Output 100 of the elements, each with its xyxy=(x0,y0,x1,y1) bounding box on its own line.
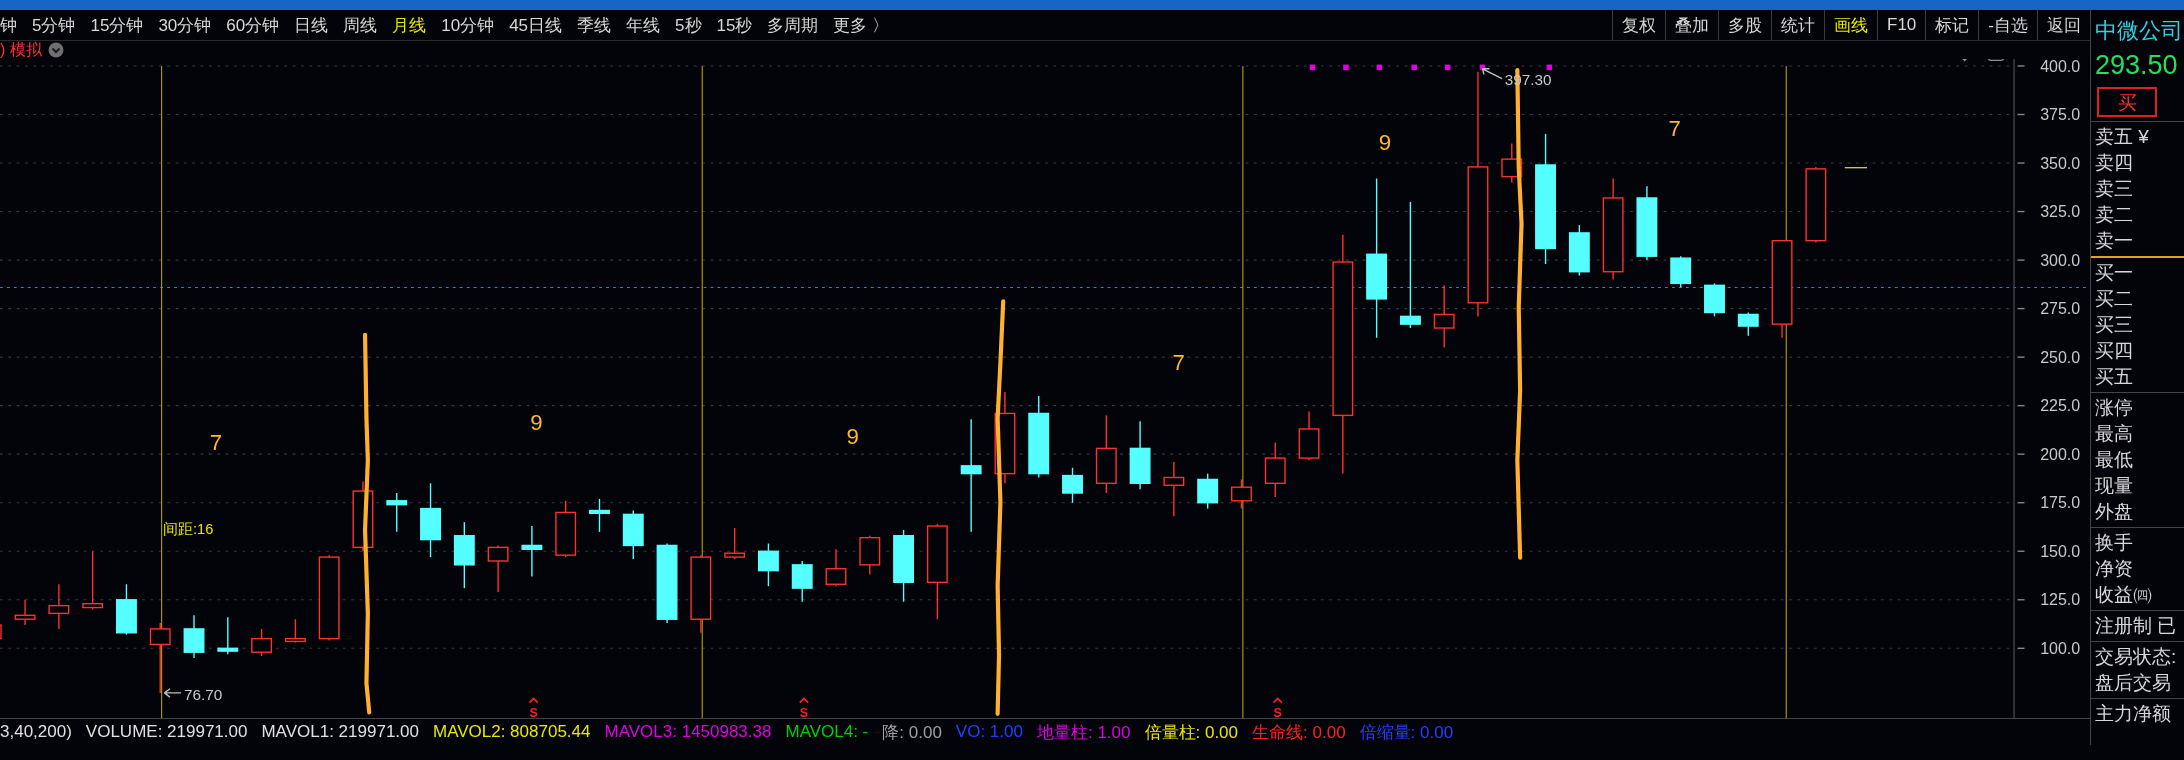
period-tab[interactable]: 45日线 xyxy=(509,13,563,37)
period-tab[interactable]: 周线 xyxy=(343,13,378,37)
quote-field-label: 涨停 xyxy=(2095,396,2134,420)
candle xyxy=(183,614,205,659)
candle xyxy=(622,509,644,560)
buy-button[interactable]: 买 xyxy=(2097,87,2157,117)
quote-field-label: 卖五 ¥ xyxy=(2095,125,2150,149)
candle xyxy=(14,599,36,626)
quote-field-label: 交易状态: xyxy=(2095,645,2178,669)
toolbar-button[interactable]: 返回 xyxy=(2037,10,2090,40)
quote-field-label: 卖二 xyxy=(2095,203,2134,227)
quote-field-label: 净资 xyxy=(2095,557,2134,581)
price-axis-label: 400.0 xyxy=(2040,59,2081,75)
period-tab[interactable]: 15秒 xyxy=(716,13,753,37)
sell-signal-mark: S xyxy=(528,697,539,718)
quote-field-label: 外盘 xyxy=(2095,500,2134,524)
quote-field-label: 换手 xyxy=(2095,531,2134,555)
count-label: 9 xyxy=(530,409,543,435)
candle xyxy=(724,527,746,560)
period-tab[interactable]: 年线 xyxy=(626,13,661,37)
toolbar-button[interactable]: 复权 xyxy=(1612,10,1666,40)
period-tab[interactable]: 15分钟 xyxy=(90,13,144,37)
candle xyxy=(48,583,70,630)
period-tab[interactable]: 5秒 xyxy=(675,13,702,37)
period-tab[interactable]: 日线 xyxy=(294,13,329,37)
price-axis-label: 150.0 xyxy=(2040,541,2081,560)
quote-field-label: 现量 xyxy=(2095,474,2134,498)
period-tab[interactable]: 季线 xyxy=(577,13,612,37)
count-label: 7 xyxy=(1172,349,1185,375)
candle xyxy=(1231,478,1252,510)
candle xyxy=(82,550,104,611)
sell-signal-mark: S xyxy=(798,697,809,718)
candle xyxy=(1264,441,1286,498)
indicator-value: 倍缩量: 0.00 xyxy=(1359,721,1454,744)
quote-field-label: 买五 xyxy=(2095,365,2134,389)
candle xyxy=(757,542,779,587)
candle xyxy=(149,622,171,694)
indicator-value: MAVOL1: 219971.00 xyxy=(261,722,419,742)
price-axis-label: 100.0 xyxy=(2040,638,2081,657)
price-axis-label: 375.0 xyxy=(2040,105,2081,124)
dropdown-icon[interactable] xyxy=(47,42,64,58)
quote-field-label: 最高 xyxy=(2095,422,2134,446)
toolbar-button[interactable]: 多股 xyxy=(1718,10,1772,40)
candle xyxy=(1298,410,1320,461)
candle xyxy=(555,500,577,558)
toolbar-button[interactable]: F10 xyxy=(1877,10,1926,40)
arrow-icon xyxy=(163,688,182,698)
quote-field-label: 买三 xyxy=(2095,313,2134,337)
toolbar-button[interactable]: 统计 xyxy=(1771,10,1825,40)
candle xyxy=(1568,224,1590,277)
quote-field-label: 卖一 xyxy=(2095,229,2134,253)
candle xyxy=(453,521,475,589)
indicator-value: 地量柱: 1.00 xyxy=(1036,721,1131,744)
period-tab[interactable]: 5分钟 xyxy=(32,13,76,37)
price-axis-label: 225.0 xyxy=(2040,396,2081,415)
indicator-value: MAVOL3: 1450983.38 xyxy=(604,722,772,742)
candle xyxy=(791,560,813,603)
toolbar-button[interactable]: 标记 xyxy=(1925,10,1979,40)
price-axis-label: 125.0 xyxy=(2040,590,2081,609)
candle xyxy=(1129,420,1151,490)
period-tab[interactable]: 更多 〉 xyxy=(833,13,890,37)
candle xyxy=(1433,284,1455,349)
toolbar-button[interactable]: -自选 xyxy=(1978,10,2037,40)
low-price-label: 76.70 xyxy=(183,685,223,703)
candle xyxy=(589,498,610,533)
period-tab[interactable]: 钟 xyxy=(0,13,17,37)
price-axis-label: 300.0 xyxy=(2040,250,2081,269)
quote-field-label: 买四 xyxy=(2095,339,2134,363)
indicator-value: 生命线: 0.00 xyxy=(1252,721,1346,744)
indicator-value: MAVOL2: 808705.44 xyxy=(432,722,591,742)
sell-signal-mark: S xyxy=(1272,697,1283,718)
indicator-value: VO: 1.00 xyxy=(955,722,1023,742)
candle xyxy=(1670,255,1692,288)
candle xyxy=(1163,461,1185,517)
quote-field-label: 买一 xyxy=(2095,261,2134,285)
current-price: 293.50 xyxy=(2094,50,2179,81)
toolbar-button[interactable]: 叠加 xyxy=(1665,10,1719,40)
candle xyxy=(386,492,408,533)
indicator-value: 3,40,200) xyxy=(0,722,72,742)
candle xyxy=(487,544,509,593)
count-label: 7 xyxy=(209,430,223,456)
count-label: 9 xyxy=(846,423,859,449)
mode-label: ) 模拟 xyxy=(0,39,42,60)
count-label: 7 xyxy=(1668,115,1681,141)
period-tab[interactable]: 10分钟 xyxy=(441,13,495,37)
period-tab[interactable]: 多周期 xyxy=(767,13,819,37)
stock-name: 中微公司 xyxy=(2094,17,2184,45)
arrow-icon xyxy=(1481,68,1503,80)
toolbar-button[interactable]: 画线 xyxy=(1824,10,1878,40)
candle xyxy=(284,618,306,644)
price-axis-label: 350.0 xyxy=(2040,153,2081,172)
candle xyxy=(1704,282,1725,318)
indicator-value: 倍量柱: 0.00 xyxy=(1144,721,1239,744)
period-tab[interactable]: 60分钟 xyxy=(226,13,280,37)
period-tab[interactable]: 30分钟 xyxy=(158,13,212,37)
count-label: 9 xyxy=(1378,129,1392,155)
price-axis-label: 275.0 xyxy=(2040,299,2081,318)
period-tab[interactable]: 月线 xyxy=(392,13,427,37)
price-axis-label: 200.0 xyxy=(2040,444,2081,463)
candle xyxy=(217,616,239,655)
